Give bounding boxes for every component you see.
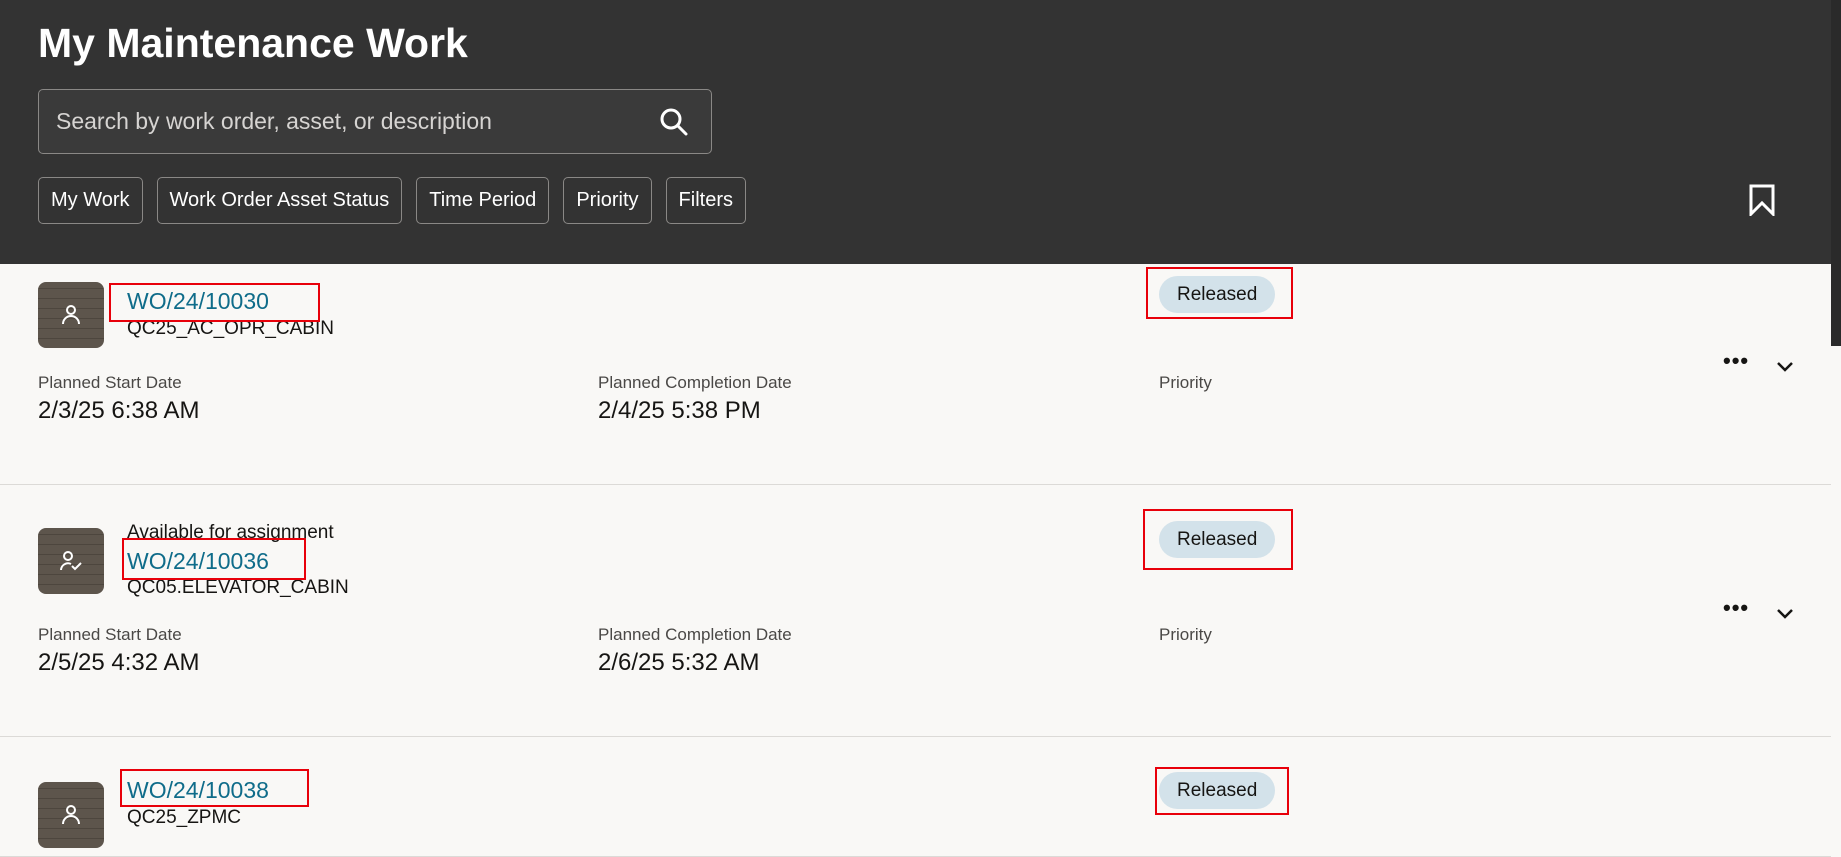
asset-name: QC25_ZPMC (127, 807, 242, 828)
work-order-card[interactable]: WO/24/10038 QC25_ZPMC Released (0, 737, 1831, 857)
completion-date: 2/6/25 5:32 AM (598, 649, 760, 676)
page-header: My Maintenance Work My Work Work Order A… (0, 0, 1841, 264)
start-label: Planned Start Date (38, 625, 182, 644)
filter-chips: My Work Work Order Asset Status Time Per… (38, 177, 746, 224)
asset-avatar (38, 528, 104, 594)
start-date: 2/5/25 4:32 AM (38, 649, 200, 676)
status-badge: Released (1159, 772, 1276, 809)
asset-name: QC05.ELEVATOR_CABIN (127, 577, 349, 598)
chip-time-period[interactable]: Time Period (416, 177, 550, 224)
status-badge: Released (1159, 276, 1276, 313)
more-actions-icon[interactable]: ••• (1723, 348, 1749, 374)
work-order-link[interactable]: WO/24/10038 (127, 777, 269, 804)
bookmark-icon[interactable] (1749, 184, 1775, 216)
completion-label: Planned Completion Date (598, 625, 792, 644)
search-icon[interactable] (659, 107, 689, 137)
page-title: My Maintenance Work (38, 20, 468, 66)
search-input[interactable] (56, 90, 656, 153)
start-date: 2/3/25 6:38 AM (38, 397, 200, 424)
work-order-card[interactable]: WO/24/10030 QC25_AC_OPR_CABIN Released P… (0, 264, 1831, 485)
person-icon (62, 305, 80, 325)
chevron-down-icon[interactable] (1775, 607, 1795, 621)
chip-filters[interactable]: Filters (665, 177, 746, 224)
scrollbar[interactable] (1831, 0, 1841, 346)
priority-label: Priority (1159, 625, 1212, 644)
assignment-note: Available for assignment (127, 522, 334, 543)
work-order-card[interactable]: Available for assignment WO/24/10036 QC0… (0, 485, 1831, 737)
start-label: Planned Start Date (38, 373, 182, 392)
chip-asset-status[interactable]: Work Order Asset Status (156, 177, 403, 224)
priority-label: Priority (1159, 373, 1212, 392)
chip-priority[interactable]: Priority (563, 177, 652, 224)
asset-name: QC25_AC_OPR_CABIN (127, 318, 334, 339)
chevron-down-icon[interactable] (1775, 360, 1795, 374)
chip-my-work[interactable]: My Work (38, 177, 143, 224)
asset-avatar (38, 782, 104, 848)
work-order-link[interactable]: WO/24/10030 (127, 288, 269, 315)
asset-avatar (38, 282, 104, 348)
work-order-link[interactable]: WO/24/10036 (127, 548, 269, 575)
person-check-icon (60, 551, 82, 571)
completion-date: 2/4/25 5:38 PM (598, 397, 761, 424)
status-badge: Released (1159, 521, 1276, 558)
search-box[interactable] (38, 89, 712, 154)
more-actions-icon[interactable]: ••• (1723, 595, 1749, 621)
completion-label: Planned Completion Date (598, 373, 792, 392)
